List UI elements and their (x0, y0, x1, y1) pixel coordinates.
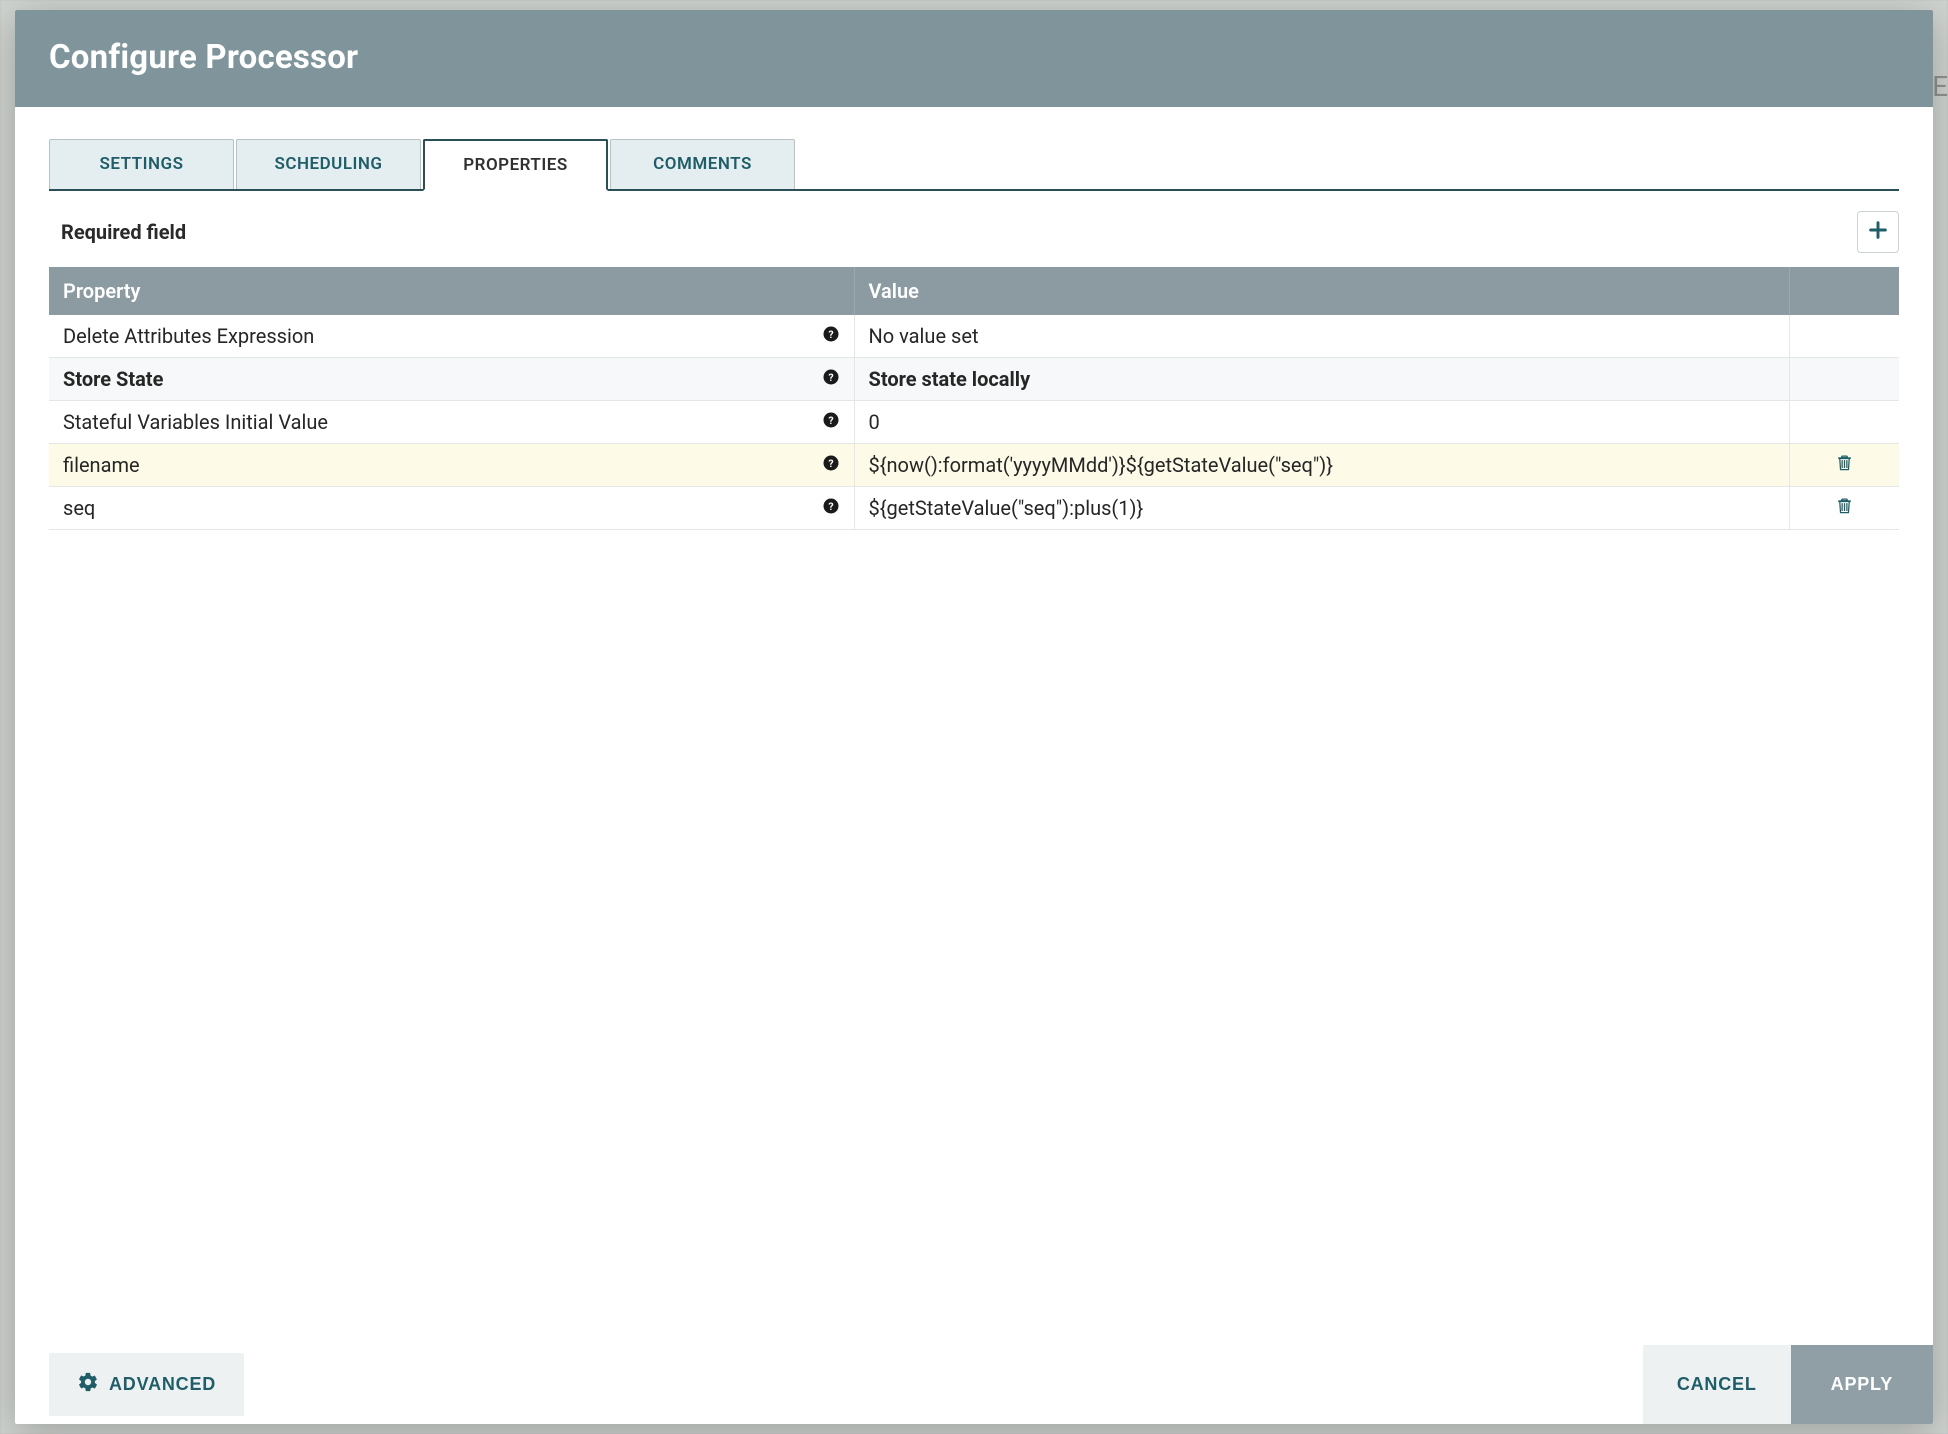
section-header: Required field (49, 191, 1899, 267)
advanced-label: ADVANCED (109, 1374, 216, 1395)
tab-scheduling[interactable]: SCHEDULING (236, 139, 421, 189)
tab-properties[interactable]: PROPERTIES (423, 139, 608, 191)
trash-icon[interactable] (1835, 453, 1854, 472)
property-name: Stateful Variables Initial Value (49, 401, 808, 444)
svg-text:?: ? (828, 414, 833, 427)
dialog-footer: ADVANCED CANCEL APPLY (15, 1345, 1933, 1424)
property-help[interactable]: ? (808, 358, 855, 401)
svg-text:?: ? (828, 457, 833, 470)
property-actions (1789, 487, 1899, 530)
column-header-actions (1789, 267, 1899, 315)
property-help[interactable]: ? (808, 401, 855, 444)
question-circle-icon: ? (822, 368, 840, 386)
plus-icon (1867, 219, 1889, 245)
property-value[interactable]: Store state locally (854, 358, 1789, 401)
svg-text:?: ? (828, 328, 833, 341)
property-actions (1789, 444, 1899, 487)
background-text: E (1932, 70, 1948, 103)
property-actions (1789, 401, 1899, 444)
table-row[interactable]: seq? ${getStateValue("seq"):plus(1)} (49, 487, 1899, 530)
trash-icon[interactable] (1835, 496, 1854, 515)
dialog-title: Configure Processor (49, 38, 1899, 77)
property-name: Store State (49, 358, 808, 401)
svg-text:?: ? (828, 500, 833, 513)
property-name: filename (49, 444, 808, 487)
dialog-body: SETTINGSSCHEDULINGPROPERTIESCOMMENTS Req… (15, 107, 1933, 1345)
property-actions (1789, 358, 1899, 401)
table-row[interactable]: Delete Attributes Expression? No value se… (49, 315, 1899, 358)
table-row[interactable]: filename? ${now():format('yyyyMMdd')}${ge… (49, 444, 1899, 487)
cancel-button[interactable]: CANCEL (1643, 1345, 1791, 1424)
question-circle-icon: ? (822, 411, 840, 429)
property-actions (1789, 315, 1899, 358)
dialog-header: Configure Processor (15, 10, 1933, 107)
column-header-property: Property (49, 267, 854, 315)
property-name: Delete Attributes Expression (49, 315, 808, 358)
add-property-button[interactable] (1857, 211, 1899, 253)
property-value[interactable]: ${getStateValue("seq"):plus(1)} (854, 487, 1789, 530)
property-name: seq (49, 487, 808, 530)
apply-label: APPLY (1831, 1374, 1893, 1395)
properties-table: Property Value Delete Attributes Express… (49, 267, 1899, 530)
property-value[interactable]: ${now():format('yyyyMMdd')}${getStateVal… (854, 444, 1789, 487)
property-value[interactable]: No value set (854, 315, 1789, 358)
footer-right: CANCEL APPLY (1643, 1345, 1933, 1424)
property-help[interactable]: ? (808, 444, 855, 487)
cancel-label: CANCEL (1677, 1374, 1757, 1395)
svg-text:?: ? (828, 371, 833, 384)
property-help[interactable]: ? (808, 315, 855, 358)
advanced-button[interactable]: ADVANCED (49, 1353, 244, 1416)
question-circle-icon: ? (822, 325, 840, 343)
property-help[interactable]: ? (808, 487, 855, 530)
question-circle-icon: ? (822, 454, 840, 472)
question-circle-icon: ? (822, 497, 840, 515)
column-header-value: Value (854, 267, 1789, 315)
apply-button[interactable]: APPLY (1791, 1345, 1933, 1424)
property-value[interactable]: 0 (854, 401, 1789, 444)
table-row[interactable]: Stateful Variables Initial Value? 0 (49, 401, 1899, 444)
configure-processor-dialog: Configure Processor SETTINGSSCHEDULINGPR… (15, 10, 1933, 1424)
gear-icon (77, 1371, 99, 1398)
tab-settings[interactable]: SETTINGS (49, 139, 234, 189)
tab-bar: SETTINGSSCHEDULINGPROPERTIESCOMMENTS (49, 139, 1899, 191)
tab-comments[interactable]: COMMENTS (610, 139, 795, 189)
required-field-label: Required field (61, 220, 186, 244)
table-row[interactable]: Store State? Store state locally (49, 358, 1899, 401)
